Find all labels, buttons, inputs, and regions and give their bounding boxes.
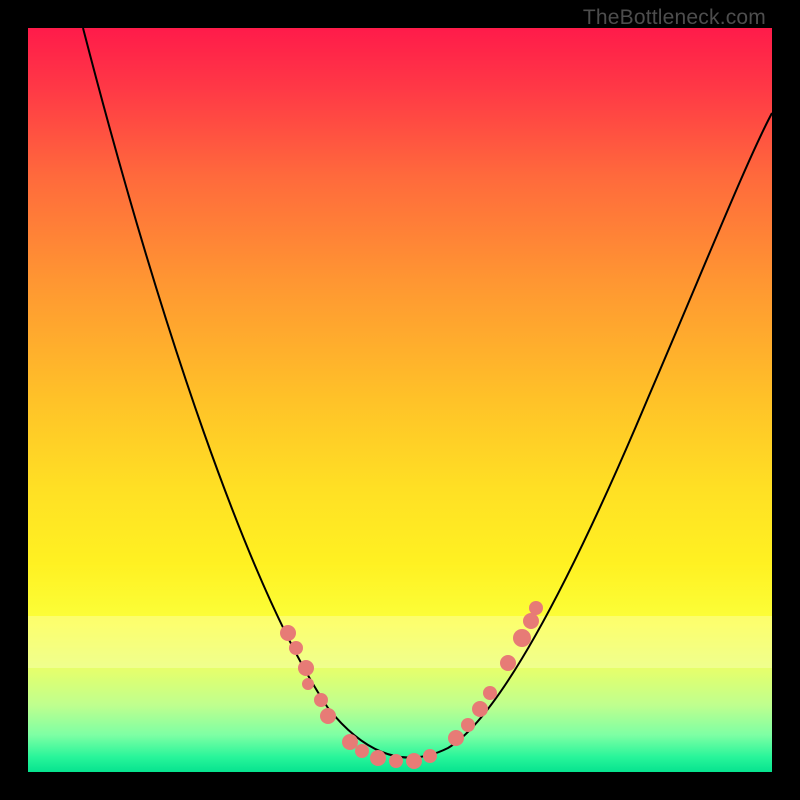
data-point bbox=[389, 754, 403, 768]
dots-right-arm bbox=[448, 601, 543, 746]
data-point bbox=[280, 625, 296, 641]
data-point bbox=[448, 730, 464, 746]
data-point bbox=[461, 718, 475, 732]
data-point bbox=[370, 750, 386, 766]
data-point bbox=[406, 753, 422, 769]
data-point bbox=[500, 655, 516, 671]
data-point bbox=[289, 641, 303, 655]
data-point bbox=[342, 734, 358, 750]
data-point bbox=[513, 629, 531, 647]
data-point bbox=[523, 613, 539, 629]
data-point bbox=[302, 678, 314, 690]
watermark-text: TheBottleneck.com bbox=[583, 6, 766, 30]
data-point bbox=[355, 744, 369, 758]
data-point bbox=[483, 686, 497, 700]
dots-left-arm bbox=[280, 625, 336, 724]
data-point bbox=[529, 601, 543, 615]
data-point bbox=[314, 693, 328, 707]
data-point bbox=[298, 660, 314, 676]
dots-trough bbox=[342, 734, 437, 769]
chart-frame bbox=[28, 28, 772, 772]
chart-svg bbox=[28, 28, 772, 772]
bottleneck-curve bbox=[83, 28, 772, 758]
data-point bbox=[320, 708, 336, 724]
data-point bbox=[472, 701, 488, 717]
data-point bbox=[423, 749, 437, 763]
